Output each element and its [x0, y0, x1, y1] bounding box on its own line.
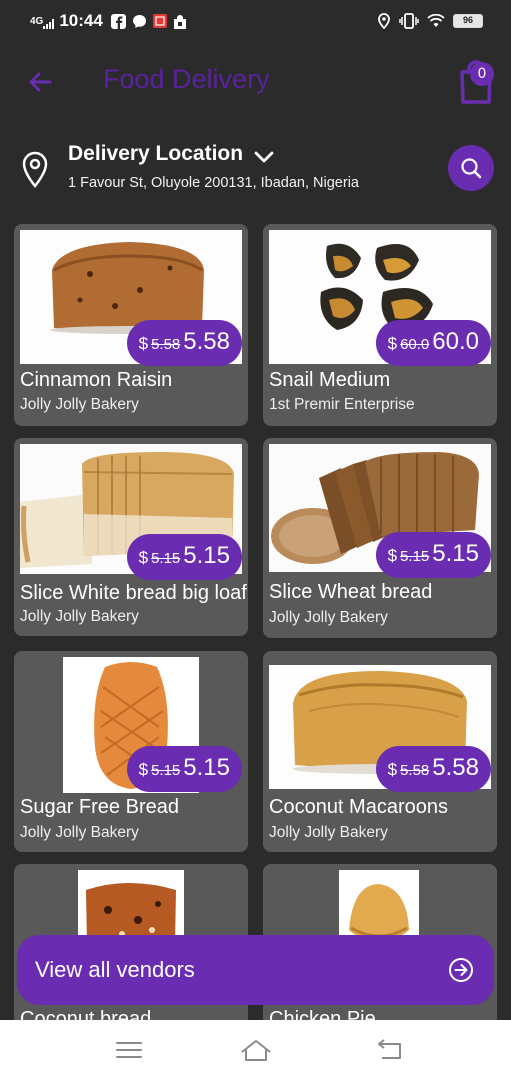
location-icon — [378, 13, 390, 29]
home-icon[interactable] — [240, 1036, 272, 1064]
old-price: 5.15 — [151, 550, 181, 567]
current-price: 5.15 — [183, 754, 230, 781]
current-price: 5.58 — [432, 754, 479, 781]
price-currency: $ — [387, 546, 398, 565]
menu-icon[interactable] — [114, 1036, 144, 1064]
product-name: Slice Wheat bread — [269, 581, 433, 603]
product-name: Slice White bread big loaf — [20, 582, 247, 604]
page-title: Food Delivery — [103, 64, 270, 94]
product-vendor: 1st Premir Enterprise — [269, 396, 415, 413]
product-name: Sugar Free Bread — [20, 796, 179, 818]
search-button[interactable] — [448, 145, 494, 191]
back-icon[interactable] — [374, 1036, 404, 1064]
product-card[interactable]: $ 60.0 60.0 Snail Medium 1st Premir Ente… — [263, 224, 497, 426]
current-price: 5.15 — [432, 540, 479, 567]
price-badge: $ 5.58 5.58 — [375, 746, 491, 792]
product-vendor: Jolly Jolly Bakery — [269, 824, 388, 841]
arrow-right-circle-icon — [449, 958, 473, 982]
product-name: Coconut Macaroons — [269, 796, 448, 818]
product-vendor: Jolly Jolly Bakery — [20, 824, 139, 841]
vibrate-icon — [399, 13, 419, 29]
price-badge: $ 60.0 60.0 — [375, 320, 491, 366]
back-arrow-icon[interactable] — [24, 66, 56, 98]
app-notification-icon — [152, 14, 167, 28]
product-card[interactable]: $ 5.58 5.58 Cinnamon Raisin Jolly Jolly … — [14, 224, 248, 426]
battery-icon: 96 — [453, 14, 483, 28]
product-card[interactable]: $ 5.15 5.15 Slice Wheat bread Jolly Joll… — [263, 438, 497, 638]
chevron-down-icon[interactable] — [252, 146, 276, 168]
signal-icon — [43, 19, 55, 29]
messenger-icon — [132, 14, 146, 28]
product-vendor: Jolly Jolly Bakery — [20, 396, 139, 413]
price-currency: $ — [387, 760, 398, 779]
view-all-vendors-button[interactable]: View all vendors — [17, 935, 494, 1005]
current-price: 5.15 — [183, 542, 230, 569]
cart-count-badge: 0 — [470, 62, 494, 86]
price-currency: $ — [138, 548, 149, 567]
product-name: Cinnamon Raisin — [20, 369, 173, 391]
system-nav-bar — [0, 1020, 511, 1080]
old-price: 60.0 — [400, 336, 430, 353]
old-price: 5.58 — [400, 762, 430, 779]
delivery-location-title[interactable]: Delivery Location — [68, 142, 243, 166]
current-price: 60.0 — [432, 328, 479, 355]
price-badge: $ 5.15 5.15 — [126, 746, 242, 792]
price-badge: $ 5.58 5.58 — [126, 320, 242, 366]
wifi-icon — [427, 14, 445, 27]
product-name: Snail Medium — [269, 369, 391, 391]
facebook-icon — [110, 13, 126, 29]
old-price: 5.15 — [151, 762, 181, 779]
status-time: 10:44 — [59, 11, 103, 30]
price-currency: $ — [138, 760, 149, 779]
status-bar: 4G 10:44 96 — [0, 0, 511, 42]
price-badge: $ 5.15 5.15 — [375, 532, 491, 578]
shopping-bag-icon — [173, 14, 186, 29]
delivery-address: 1 Favour St, Oluyole 200131, Ibadan, Nig… — [68, 175, 359, 191]
product-card[interactable]: $ 5.58 5.58 Coconut Macaroons Jolly Joll… — [263, 651, 497, 852]
map-pin-icon — [22, 151, 48, 188]
app-header: Food Delivery 0 — [0, 42, 511, 122]
product-card[interactable]: $ 5.15 5.15 Sugar Free Bread Jolly Jolly… — [14, 651, 248, 852]
price-currency: $ — [138, 334, 149, 353]
price-currency: $ — [387, 334, 398, 353]
price-badge: $ 5.15 5.15 — [126, 534, 242, 580]
old-price: 5.15 — [400, 548, 430, 565]
network-indicator: 4G — [30, 15, 44, 27]
product-vendor: Jolly Jolly Bakery — [20, 608, 139, 625]
product-card[interactable]: $ 5.15 5.15 Slice White bread big loaf J… — [14, 438, 248, 636]
view-all-vendors-label: View all vendors — [35, 957, 195, 982]
old-price: 5.58 — [151, 336, 181, 353]
search-icon — [461, 158, 482, 179]
product-vendor: Jolly Jolly Bakery — [269, 609, 388, 626]
current-price: 5.58 — [183, 328, 230, 355]
